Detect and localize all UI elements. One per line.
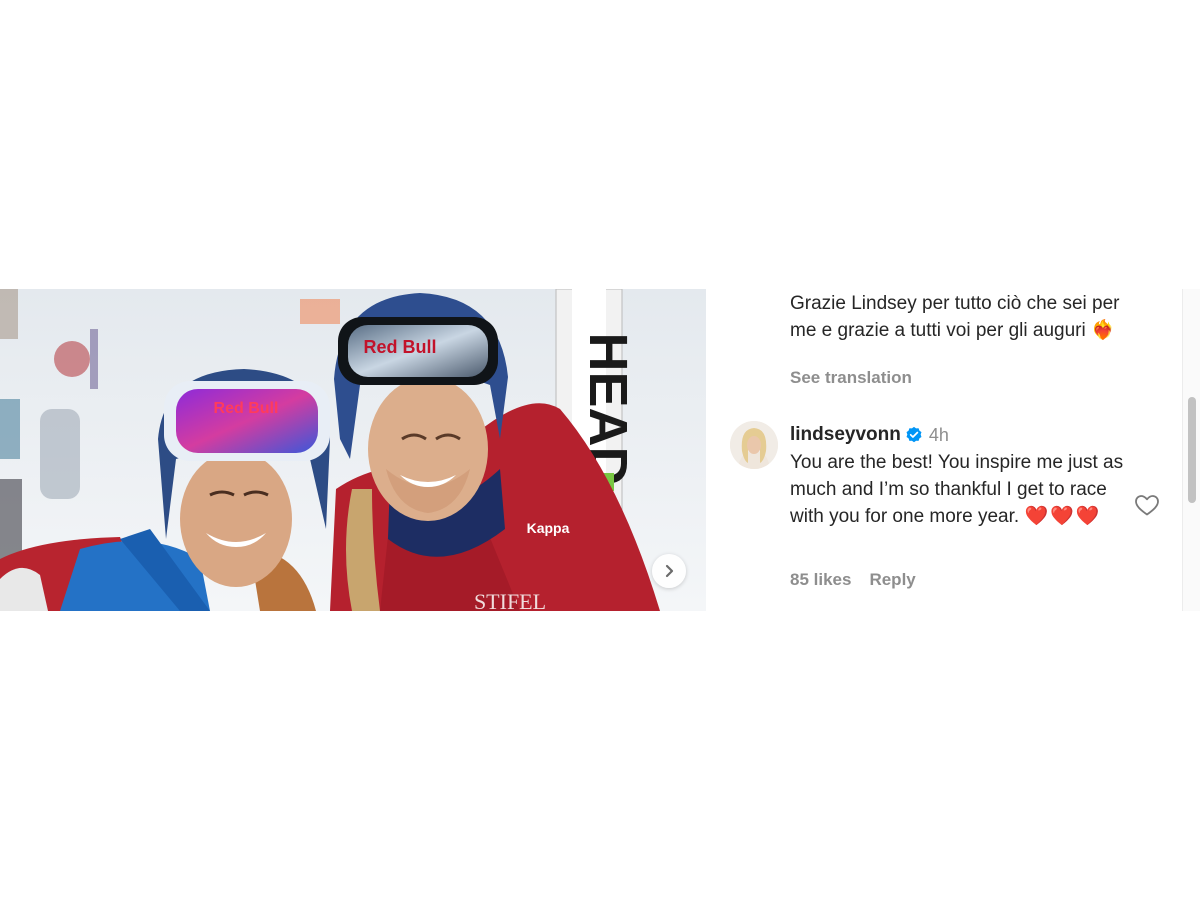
- comment-emojis: ❤️❤️❤️: [1024, 506, 1102, 527]
- chevron-right-icon: [665, 564, 674, 578]
- reply-button[interactable]: Reply: [869, 570, 915, 590]
- scrollbar-thumb[interactable]: [1188, 397, 1196, 503]
- instagram-post: HEAD Kappa STIFEL Red Bull Red Bull Graz…: [0, 289, 1200, 611]
- goggle-brand-right: Red Bull: [363, 337, 436, 357]
- svg-text:Kappa: Kappa: [527, 520, 570, 536]
- post-photo[interactable]: HEAD Kappa STIFEL Red Bull Red Bull: [0, 289, 706, 611]
- avatar[interactable]: [730, 421, 778, 469]
- ski-photo-illustration: HEAD Kappa STIFEL Red Bull Red Bull: [0, 289, 706, 611]
- verified-badge-icon: [906, 426, 922, 443]
- jacket-text: STIFEL: [474, 589, 546, 611]
- caption-text: Grazie Lindsey per tutto ciò che sei per…: [790, 293, 1120, 341]
- comment-time[interactable]: 4h: [929, 423, 949, 447]
- caption-emoji: ❤️‍🔥: [1091, 320, 1115, 341]
- next-photo-button[interactable]: [652, 554, 686, 588]
- comment-body: You are the best! You inspire me just as…: [790, 449, 1130, 530]
- comment-actions: 85 likes Reply: [790, 570, 916, 590]
- likes-count[interactable]: 85 likes: [790, 570, 851, 590]
- post-caption: Grazie Lindsey per tutto ciò che sei per…: [790, 290, 1150, 344]
- scrollbar[interactable]: [1182, 289, 1200, 611]
- user-avatar-image: [730, 421, 778, 469]
- goggle-brand-left: Red Bull: [214, 400, 279, 417]
- comment-username[interactable]: lindseyvonn: [790, 423, 901, 447]
- comments-panel: Grazie Lindsey per tutto ciò che sei per…: [706, 289, 1182, 611]
- see-translation-link[interactable]: See translation: [790, 368, 912, 388]
- heart-outline-icon[interactable]: [1134, 493, 1160, 517]
- comment-header: lindseyvonn 4h: [790, 423, 949, 447]
